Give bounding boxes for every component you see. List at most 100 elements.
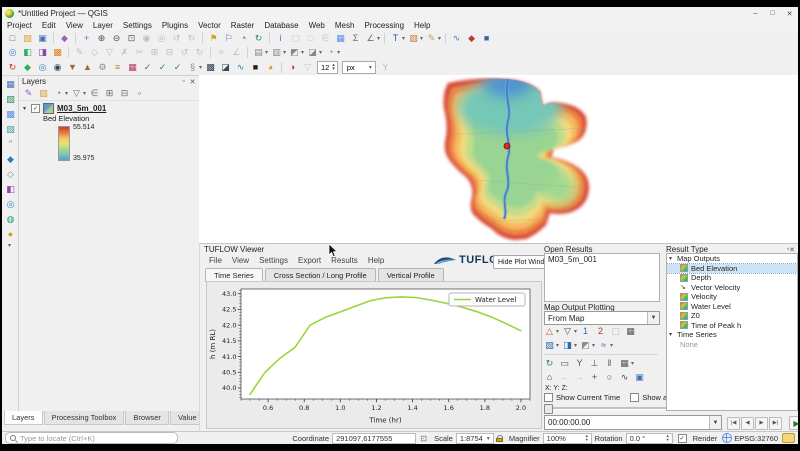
vertex-marker-icon[interactable]: ▽	[301, 61, 314, 74]
filter-legend-icon[interactable]: ▽	[70, 87, 83, 100]
add-wfs-layer-icon[interactable]: ◍	[4, 213, 17, 226]
scale-combo[interactable]: 1:8754 ▾	[456, 433, 494, 444]
expand-icon[interactable]: ▾	[669, 331, 677, 338]
spinner-arrows-icon[interactable]: ▲▼	[585, 434, 589, 442]
labeling-dropdown-icon[interactable]: ▾	[438, 35, 441, 42]
add-xyz-layer-dropdown-icon[interactable]: ▾	[8, 242, 11, 249]
arr-tool-icon[interactable]: ◑	[286, 61, 299, 74]
copy-features-icon[interactable]: ⊞	[148, 46, 161, 59]
tuflow-tab-time-series[interactable]: Time Series	[205, 268, 263, 282]
add-raster-layer-icon[interactable]: ▩	[4, 108, 17, 121]
filter-tool-icon[interactable]: Y	[379, 61, 392, 74]
tuflow-tab-vertical-profile[interactable]: Vertical Profile	[378, 268, 444, 282]
vector-tools-group-icon[interactable]: ▥	[270, 46, 283, 59]
size-spinner[interactable]: 12▲▼	[317, 61, 338, 74]
filter-legend-dropdown-icon[interactable]: ▾	[83, 90, 86, 97]
manage-map-themes-icon[interactable]: ◔	[52, 87, 65, 100]
mesh-calculator-icon[interactable]: ▩	[51, 46, 64, 59]
tree-group-time-series[interactable]: ▾Time Series	[667, 330, 797, 340]
redo-icon[interactable]: ↻	[193, 46, 206, 59]
plugin-import-icon[interactable]: ▼	[66, 61, 79, 74]
tree-item-time-of-peak-h[interactable]: Time of Peak h	[667, 321, 797, 331]
expand-icon[interactable]: ▾	[669, 255, 677, 262]
plot-flow-icon[interactable]: ≈	[597, 339, 610, 352]
add-postgis-layer-icon[interactable]: ◆	[4, 153, 17, 166]
menu-plugins[interactable]: Plugins	[157, 21, 193, 30]
unit-combo[interactable]: px▾	[342, 61, 376, 74]
results-table-icon[interactable]: ▦	[624, 325, 637, 338]
tree-group-map-outputs[interactable]: ▾Map Outputs	[667, 254, 797, 264]
slider-handle[interactable]	[544, 404, 553, 414]
manage-map-themes-dropdown-icon[interactable]: ▾	[65, 90, 68, 97]
pan-map-icon[interactable]: +	[80, 32, 93, 45]
zoom-in-icon[interactable]: ⊕	[95, 32, 108, 45]
netcdf-grid-icon[interactable]: ▩	[204, 61, 217, 74]
map-decorations-dropdown-icon[interactable]: ▾	[420, 35, 423, 42]
panel-tab-layers[interactable]: Layers	[4, 411, 43, 425]
tree-item-depth[interactable]: Depth	[667, 273, 797, 283]
lock-scale-icon[interactable]	[496, 435, 504, 442]
help-tools-group-icon[interactable]: ◔	[324, 46, 337, 59]
menu-web[interactable]: Web	[304, 21, 330, 30]
magnifier-spinner[interactable]: 100% ▲▼	[543, 433, 592, 444]
cross-section-plot-dropdown-icon[interactable]: ▾	[574, 328, 577, 335]
paste-features-icon[interactable]: ⊟	[163, 46, 176, 59]
plugin-settings-icon[interactable]: ⚙	[96, 61, 109, 74]
tree-item-velocity[interactable]: Velocity	[667, 292, 797, 302]
flux-1d-icon[interactable]: 1	[579, 325, 592, 338]
layers-float-panel-icon[interactable]: ▫	[179, 78, 188, 86]
add-group-icon[interactable]: ▨	[37, 87, 50, 100]
current-time-combo[interactable]: 00:00:00.00 ▼	[544, 415, 722, 430]
skip-to-start-button[interactable]: |◀	[727, 417, 740, 430]
zoom-last-icon[interactable]: ↺	[170, 32, 183, 45]
temporal-controller-icon[interactable]: ◔	[237, 32, 250, 45]
layer-row[interactable]: ▾ ✓ M03_5m_001	[23, 103, 200, 114]
rotation-spinner[interactable]: 0.0 ° ▲▼	[626, 433, 673, 444]
menu-help[interactable]: Help	[409, 21, 435, 30]
pan-plot-icon[interactable]: +	[588, 371, 601, 384]
menu-database[interactable]: Database	[259, 21, 303, 30]
menu-settings[interactable]: Settings	[118, 21, 157, 30]
label-tools-group-icon[interactable]: ◪	[306, 46, 319, 59]
tuflow-tab-cross-section-long-profile[interactable]: Cross Section / Long Profile	[265, 268, 376, 282]
python-console-icon[interactable]: ∿	[450, 32, 463, 45]
data-source-manager-icon[interactable]: ▦	[4, 78, 17, 91]
attachment-dropdown-icon[interactable]: ▾	[199, 64, 202, 71]
combo-arrow-icon[interactable]: ▼	[709, 416, 721, 429]
expand-all-icon[interactable]: ⊞	[103, 87, 116, 100]
plot-layout-icon[interactable]: ∿	[618, 371, 631, 384]
filter-by-expression-icon[interactable]: ∈	[88, 87, 101, 100]
open-results-list[interactable]: M03_5m_001	[544, 253, 660, 302]
open-layer-styling-icon[interactable]: ✎	[22, 87, 35, 100]
combo-arrow-icon[interactable]: ▼	[647, 312, 659, 324]
zoom-to-layer-icon[interactable]: ◎	[155, 32, 168, 45]
plugin-export-icon[interactable]: ▲	[81, 61, 94, 74]
raster-tools-group-dropdown-icon[interactable]: ▾	[265, 49, 268, 56]
menu-raster[interactable]: Raster	[226, 21, 260, 30]
help-tools-group-dropdown-icon[interactable]: ▾	[337, 49, 340, 56]
expand-icon[interactable]: ▾	[23, 105, 31, 112]
forward-view-icon[interactable]: →	[573, 371, 586, 384]
select-by-expression-icon[interactable]: ∈	[319, 32, 332, 45]
plot-grid-icon[interactable]: ◨	[561, 339, 574, 352]
open-project-icon[interactable]: ▨	[21, 32, 34, 45]
minimize-window-icon[interactable]: –	[747, 8, 764, 19]
plot-points-dropdown-icon[interactable]: ▾	[592, 342, 595, 349]
new-bookmark-icon[interactable]: ⚑	[207, 32, 220, 45]
georeferencer-icon[interactable]: ◨	[36, 46, 49, 59]
field-calculator-icon[interactable]: Σ	[349, 32, 362, 45]
add-xyz-layer-icon[interactable]: ●	[4, 228, 17, 241]
checkbox-show-as-dates[interactable]	[630, 393, 639, 402]
cut-features-icon[interactable]: ✂	[133, 46, 146, 59]
plot-grid-dropdown-icon[interactable]: ▾	[574, 342, 577, 349]
plot-from-tlf-dropdown-icon[interactable]: ▾	[556, 342, 559, 349]
style-manager-icon[interactable]: ◆	[58, 32, 71, 45]
layers-close-panel-icon[interactable]: ✕	[188, 78, 197, 86]
menu-vector[interactable]: Vector	[193, 21, 226, 30]
label-tools-group-dropdown-icon[interactable]: ▾	[319, 49, 322, 56]
play-button[interactable]: ▶	[789, 416, 798, 430]
street-view-icon[interactable]: ◆	[465, 32, 478, 45]
freeze-axis-icon[interactable]: ⊥	[588, 357, 601, 370]
timeseries-chart[interactable]: 0.60.81.01.21.41.61.82.040.040.541.041.5…	[207, 282, 539, 426]
menu-mesh[interactable]: Mesh	[330, 21, 360, 30]
